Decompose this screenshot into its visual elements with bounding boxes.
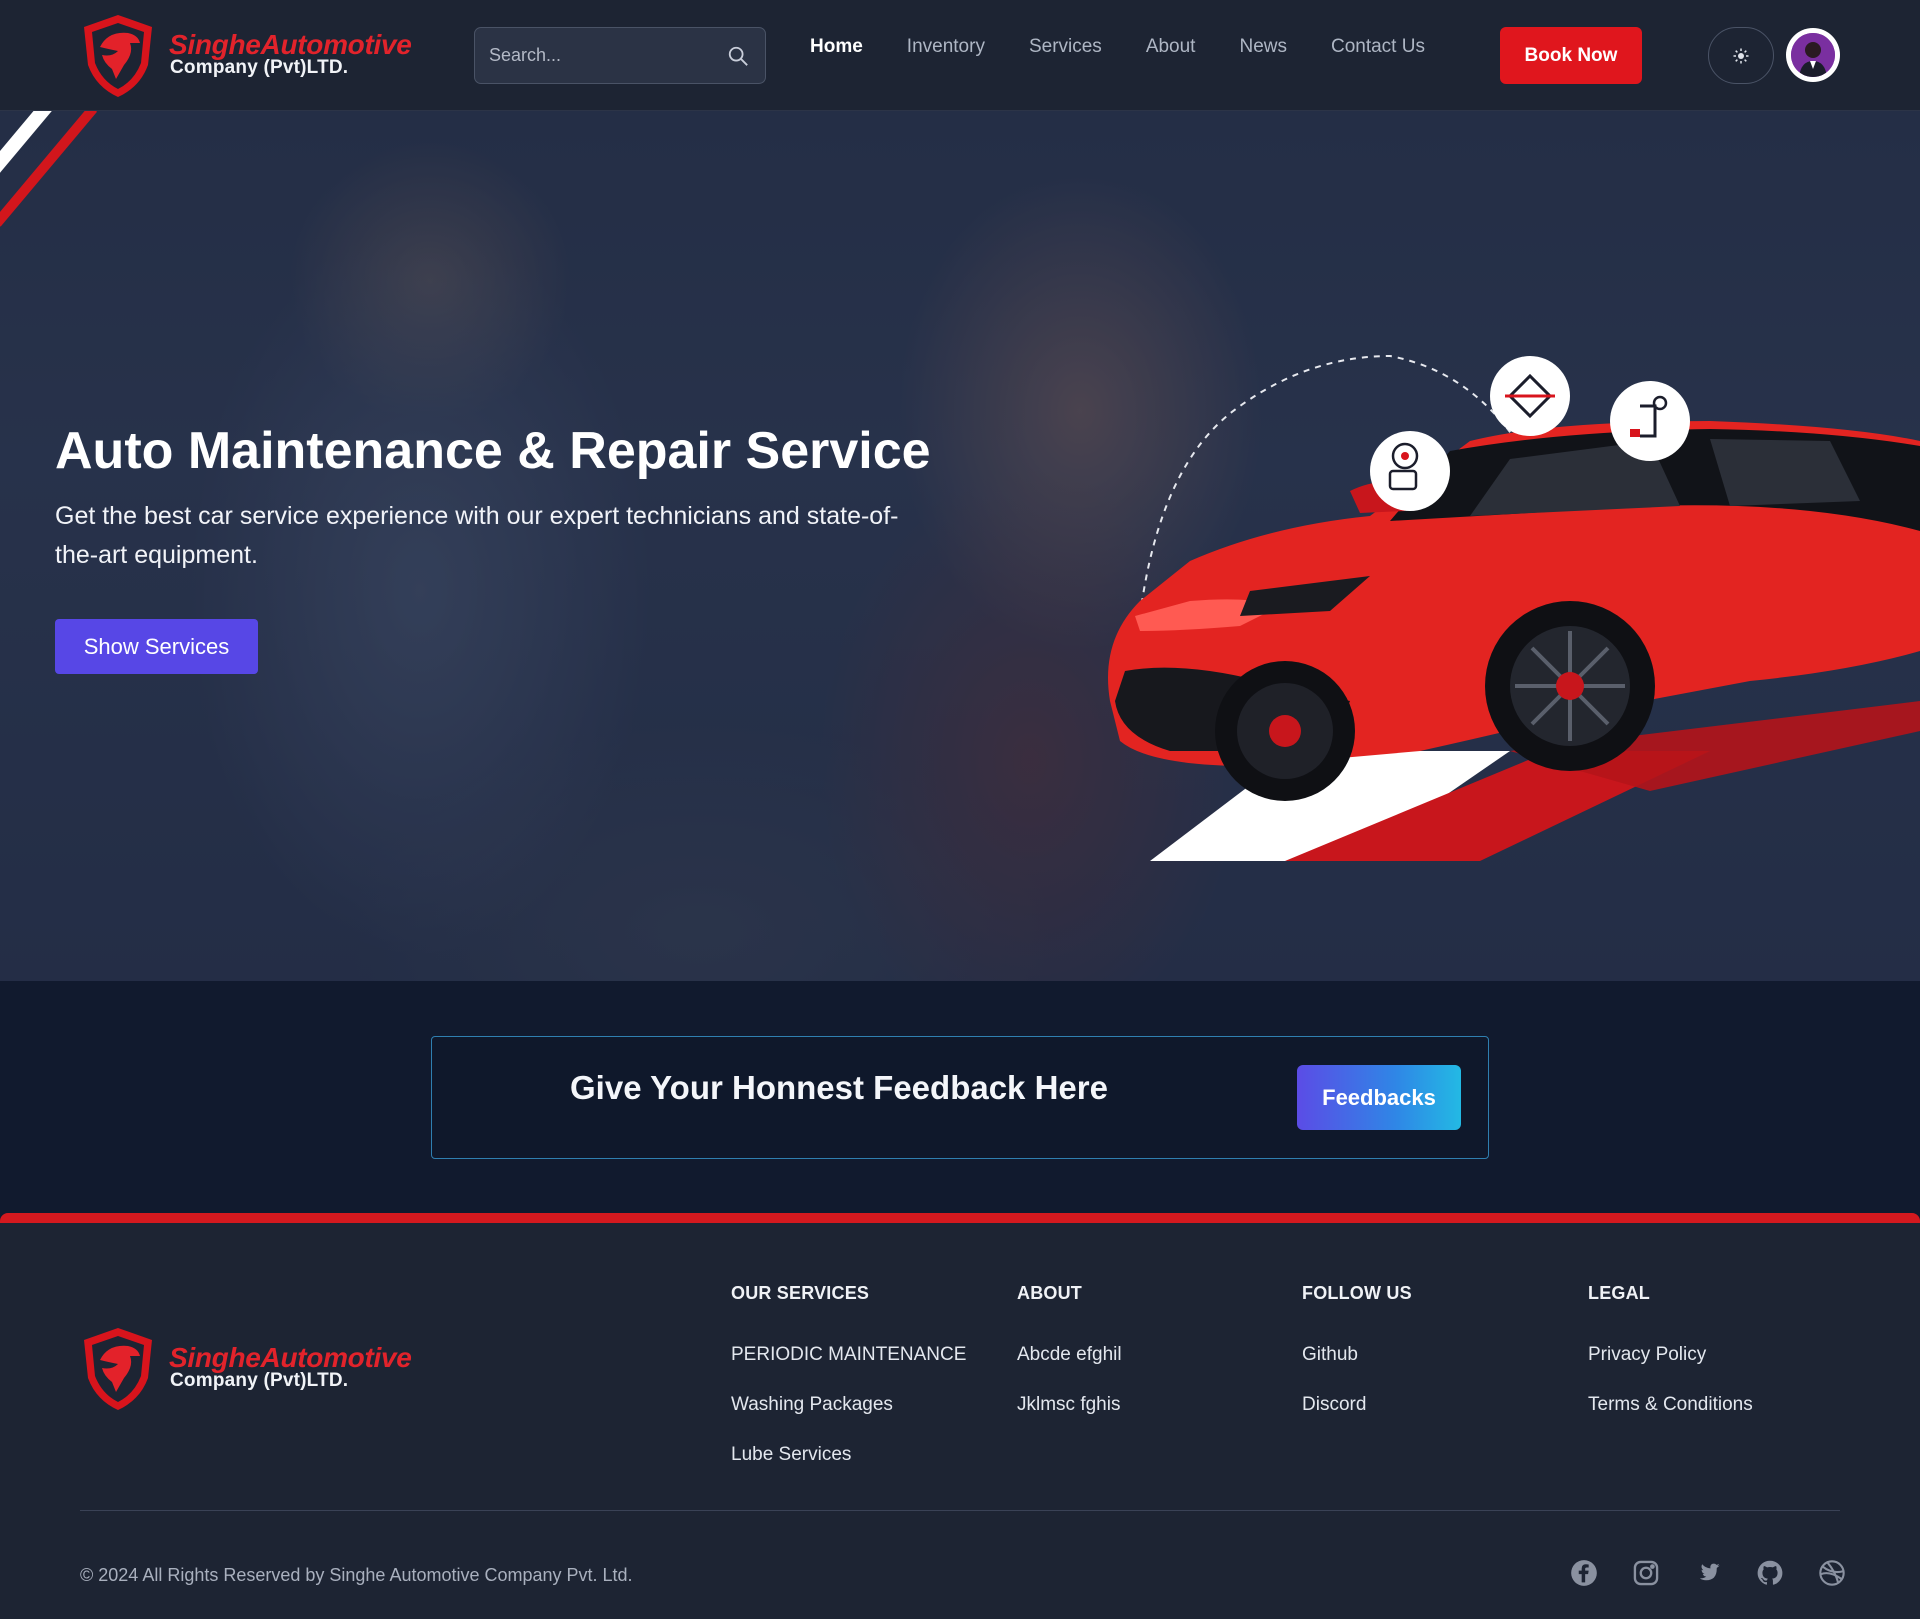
nav-about[interactable]: About xyxy=(1146,36,1196,66)
mechanic-icon xyxy=(1370,431,1450,511)
brand-logo[interactable]: SingheAutomotive Company (Pvt)LTD. xyxy=(78,13,418,99)
footer-col-follow: FOLLOW US Github Discord xyxy=(1302,1283,1412,1444)
theme-toggle-button[interactable] xyxy=(1708,27,1774,84)
feedback-card: Give Your Honnest Feedback Here Feedback… xyxy=(431,1036,1489,1159)
footer-col-services: OUR SERVICES PERIODIC MAINTENANCE Washin… xyxy=(731,1283,966,1494)
feedback-title: Give Your Honnest Feedback Here xyxy=(570,1069,1108,1106)
footer-heading: FOLLOW US xyxy=(1302,1283,1412,1303)
instagram-icon[interactable] xyxy=(1632,1559,1660,1587)
nav-news[interactable]: News xyxy=(1239,36,1287,66)
github-icon[interactable] xyxy=(1756,1559,1784,1587)
nav-contact-us[interactable]: Contact Us xyxy=(1331,36,1425,66)
nav-services[interactable]: Services xyxy=(1029,36,1102,66)
user-avatar[interactable] xyxy=(1786,28,1840,82)
feedbacks-button[interactable]: Feedbacks xyxy=(1297,1065,1461,1130)
repair-tools-icon xyxy=(1610,381,1690,461)
footer-heading: LEGAL xyxy=(1588,1283,1650,1303)
footer-link-about-1[interactable]: Abcde efghil xyxy=(1017,1344,1122,1366)
copyright-text: © 2024 All Rights Reserved by Singhe Aut… xyxy=(80,1565,633,1585)
footer-link-periodic-maintenance[interactable]: PERIODIC MAINTENANCE xyxy=(731,1344,966,1366)
search-input[interactable] xyxy=(489,28,719,83)
footer-link-about-2[interactable]: Jklmsc fghis xyxy=(1017,1394,1122,1416)
sun-icon xyxy=(1733,48,1749,63)
dribbble-icon[interactable] xyxy=(1818,1559,1846,1587)
footer-heading: OUR SERVICES xyxy=(731,1283,870,1303)
shield-logo-icon xyxy=(84,1328,152,1410)
hero-section: Auto Maintenance & Repair Service Get th… xyxy=(0,111,1920,981)
footer-link-discord[interactable]: Discord xyxy=(1302,1394,1412,1416)
hero-title: Auto Maintenance & Repair Service xyxy=(55,422,931,480)
social-links xyxy=(1570,1559,1846,1587)
show-services-button[interactable]: Show Services xyxy=(55,619,258,674)
footer-link-privacy-policy[interactable]: Privacy Policy xyxy=(1588,1344,1753,1366)
nav-home[interactable]: Home xyxy=(810,36,863,66)
car-jack-icon xyxy=(1490,356,1570,436)
footer-col-legal: LEGAL Privacy Policy Terms & Conditions xyxy=(1588,1283,1753,1444)
footer-heading: ABOUT xyxy=(1017,1283,1082,1303)
shield-logo-icon xyxy=(84,15,152,97)
site-footer: SingheAutomotive Company (Pvt)LTD. OUR S… xyxy=(0,1213,1920,1619)
hero-subtitle: Get the best car service experience with… xyxy=(55,502,899,569)
footer-divider xyxy=(80,1510,1840,1511)
facebook-icon[interactable] xyxy=(1570,1559,1598,1587)
footer-link-terms[interactable]: Terms & Conditions xyxy=(1588,1394,1753,1416)
footer-link-washing-packages[interactable]: Washing Packages xyxy=(731,1394,966,1416)
search-box xyxy=(474,27,766,84)
red-suv-illustration xyxy=(1108,354,1920,861)
book-now-button[interactable]: Book Now xyxy=(1500,27,1642,84)
nav-inventory[interactable]: Inventory xyxy=(907,36,985,66)
avatar-image xyxy=(1791,33,1835,77)
footer-col-about: ABOUT Abcde efghil Jklmsc fghis xyxy=(1017,1283,1122,1444)
footer-brand-subtitle: Company (Pvt)LTD. xyxy=(170,1370,349,1391)
page: SingheAutomotive Company (Pvt)LTD. Home … xyxy=(0,0,1920,1619)
footer-link-lube-services[interactable]: Lube Services xyxy=(731,1444,966,1466)
search-icon[interactable] xyxy=(727,45,749,67)
site-header: SingheAutomotive Company (Pvt)LTD. Home … xyxy=(0,0,1920,111)
feedback-section: Give Your Honnest Feedback Here Feedback… xyxy=(0,981,1920,1213)
brand-subtitle: Company (Pvt)LTD. xyxy=(170,57,349,78)
twitter-icon[interactable] xyxy=(1694,1559,1722,1587)
main-nav: Home Inventory Services About News Conta… xyxy=(810,36,1469,66)
footer-brand-logo[interactable]: SingheAutomotive Company (Pvt)LTD. xyxy=(78,1326,418,1412)
footer-link-github[interactable]: Github xyxy=(1302,1344,1412,1366)
